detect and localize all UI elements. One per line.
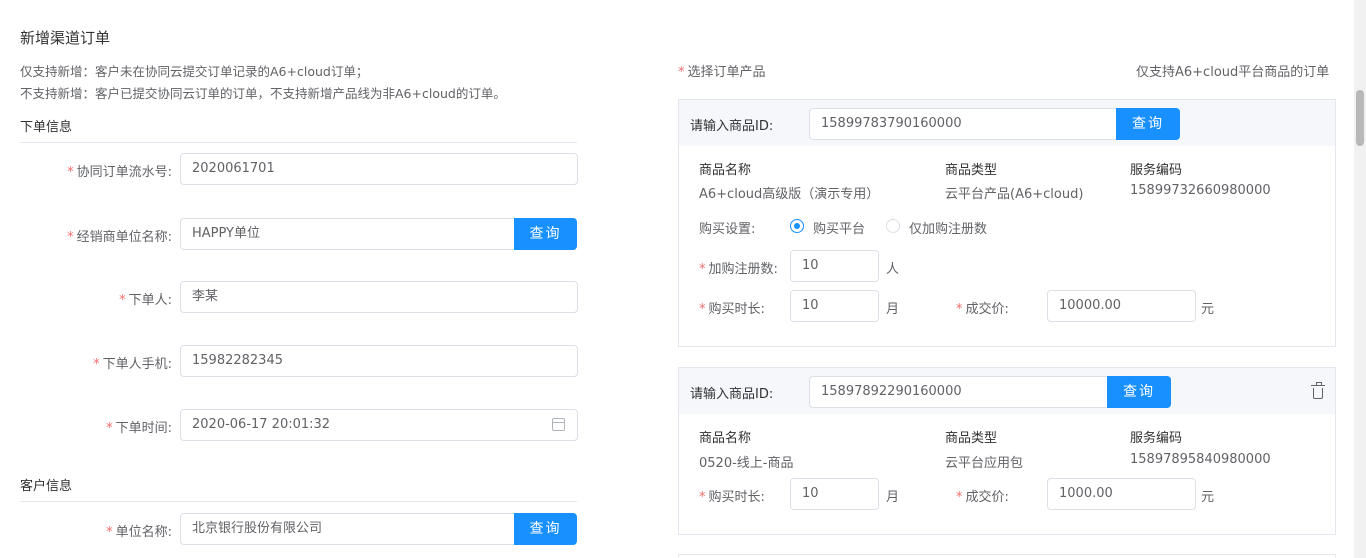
orderer-input[interactable]: 李某 xyxy=(180,281,578,313)
duration-input-2[interactable]: 10 xyxy=(790,478,879,510)
company-input[interactable]: 北京银行股份有限公司 xyxy=(180,513,515,545)
time-value: 2020-06-17 20:01:32 xyxy=(192,417,331,432)
duration-input-1[interactable]: 10 xyxy=(790,290,879,322)
note-supported: 仅支持新增：客户未在协同云提交订单记录的A6+cloud订单； xyxy=(20,64,369,79)
products-hint: 仅支持A6+cloud平台商品的订单 xyxy=(1136,65,1330,80)
product-name-2: 0520-线上-商品 xyxy=(699,456,794,471)
radio-register-only-label[interactable]: 仅加购注册数 xyxy=(909,218,987,237)
product-card-2: 请输入商品ID: 15897892290160000 查询 商品名称 商品类型 … xyxy=(678,367,1336,535)
product-id-input-2[interactable]: 15897892290160000 xyxy=(809,376,1108,408)
price-input-1[interactable]: 10000.00 xyxy=(1047,290,1196,322)
dealer-query-button[interactable]: 查询 xyxy=(514,218,577,250)
select-products-label: * 选择订单产品 xyxy=(678,65,766,80)
register-count-input[interactable]: 10 xyxy=(790,250,879,282)
price-input-2[interactable]: 1000.00 xyxy=(1047,478,1196,510)
product-card-1: 请输入商品ID: 15899783790160000 查询 商品名称 商品类型 … xyxy=(678,99,1336,347)
product-query-button-2[interactable]: 查询 xyxy=(1107,376,1171,408)
page-title: 新增渠道订单 xyxy=(20,29,111,47)
product-code-2: 15897895840980000 xyxy=(1130,452,1271,467)
dealer-input[interactable]: HAPPY单位 xyxy=(180,218,515,250)
col-type-head-2: 商品类型 xyxy=(945,431,998,446)
price-label-1: * 成交价: xyxy=(956,302,1009,317)
product-id-input-1[interactable]: 15899783790160000 xyxy=(809,108,1117,140)
calendar-icon[interactable] xyxy=(552,418,565,431)
duration-unit-1: 月 xyxy=(886,302,900,317)
serial-input[interactable]: 2020061701 xyxy=(180,153,578,185)
product-query-button-1[interactable]: 查询 xyxy=(1116,108,1180,140)
serial-label: * 协同订单流水号: xyxy=(67,165,172,180)
phone-label: * 下单人手机: xyxy=(93,357,172,372)
radio-purchase-platform-label[interactable]: 购买平台 xyxy=(813,218,865,237)
product-id-label-2: 请输入商品ID: xyxy=(690,387,774,402)
col-code-head: 服务编码 xyxy=(1130,163,1183,178)
phone-input[interactable]: 15982282345 xyxy=(180,345,578,377)
company-label: * 单位名称: xyxy=(106,525,172,540)
price-unit-1: 元 xyxy=(1201,302,1215,317)
product-id-label: 请输入商品ID: xyxy=(690,119,774,134)
product-card-1-header: 请输入商品ID: 15899783790160000 查询 xyxy=(679,100,1335,146)
col-type-head: 商品类型 xyxy=(945,163,998,178)
section-order-info: 下单信息 xyxy=(20,116,577,143)
duration-unit-2: 月 xyxy=(886,490,900,505)
note-unsupported: 不支持新增：客户已提交协同云订单的订单，不支持新增产品线为非A6+cloud的订… xyxy=(20,86,506,101)
col-name-head-2: 商品名称 xyxy=(699,431,752,446)
price-label-2: * 成交价: xyxy=(956,490,1009,505)
dealer-label: * 经销商单位名称: xyxy=(67,230,172,245)
trash-icon[interactable] xyxy=(1311,382,1325,399)
col-code-head-2: 服务编码 xyxy=(1130,431,1183,446)
purchase-setting-label: 购买设置: xyxy=(699,222,756,237)
time-label: * 下单时间: xyxy=(106,421,172,436)
radio-purchase-platform[interactable] xyxy=(790,219,804,233)
product-card-2-header: 请输入商品ID: 15897892290160000 查询 xyxy=(679,368,1335,414)
duration-label-1: * 购买时长: xyxy=(699,302,765,317)
product-type-1: 云平台产品(A6+cloud) xyxy=(945,187,1084,202)
register-unit: 人 xyxy=(886,262,900,277)
scrollbar[interactable] xyxy=(1354,0,1366,558)
product-name-1: A6+cloud高级版（演示专用） xyxy=(699,187,880,202)
time-picker[interactable]: 2020-06-17 20:01:32 xyxy=(180,409,578,441)
product-card-3-edge xyxy=(678,554,1336,558)
product-type-2: 云平台应用包 xyxy=(945,456,1024,471)
duration-label-2: * 购买时长: xyxy=(699,490,765,505)
section-customer-info: 客户信息 xyxy=(20,475,577,502)
product-code-1: 15899732660980000 xyxy=(1130,183,1271,198)
scrollbar-thumb[interactable] xyxy=(1356,90,1364,146)
orderer-label: * 下单人: xyxy=(119,293,172,308)
price-unit-2: 元 xyxy=(1201,490,1215,505)
radio-register-only[interactable] xyxy=(886,219,900,233)
col-name-head: 商品名称 xyxy=(699,163,752,178)
company-query-button[interactable]: 查询 xyxy=(514,513,577,545)
register-count-label: * 加购注册数: xyxy=(699,262,778,277)
